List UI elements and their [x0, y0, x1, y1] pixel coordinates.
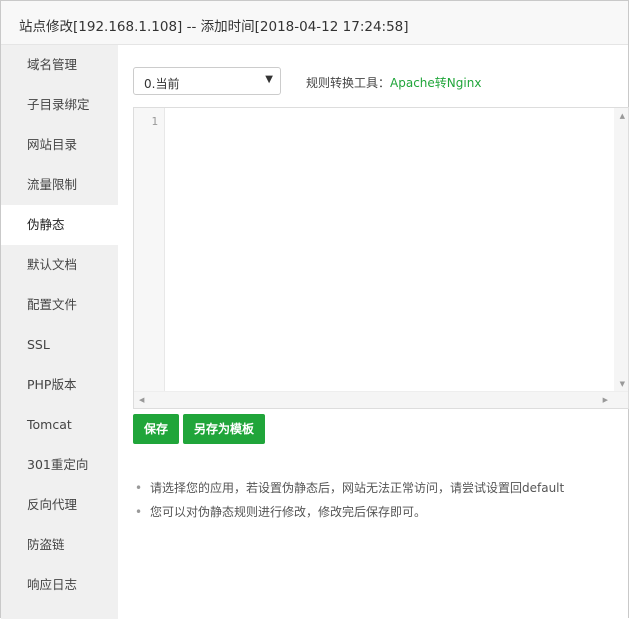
sidebar-item-301-redirect[interactable]: 301重定向 [1, 445, 118, 485]
sidebar-item-default-document[interactable]: 默认文档 [1, 245, 118, 285]
help-notes: 请选择您的应用，若设置伪静态后，网站无法正常访问，请尝试设置回default 您… [133, 476, 613, 524]
scroll-up-arrow-icon[interactable]: ▲ [620, 112, 625, 120]
line-number: 1 [151, 115, 158, 128]
rule-converter-label: 规则转换工具： [306, 76, 391, 90]
sidebar-item-hotlink-protection[interactable]: 防盗链 [1, 525, 118, 565]
scroll-right-arrow-icon[interactable]: ▶ [603, 396, 608, 404]
dialog-title: 站点修改[192.168.1.108] -- 添加时间[2018-04-12 1… [19, 19, 409, 35]
sidebar-item-response-log[interactable]: 响应日志 [1, 565, 118, 605]
sidebar-item-rewrite[interactable]: 伪静态 [1, 205, 118, 245]
sidebar-item-subdir-binding[interactable]: 子目录绑定 [1, 85, 118, 125]
scroll-left-arrow-icon[interactable]: ◀ [139, 396, 144, 404]
help-note: 请选择您的应用，若设置伪静态后，网站无法正常访问，请尝试设置回default [133, 476, 613, 500]
sidebar-item-ssl[interactable]: SSL [1, 325, 118, 365]
rewrite-template-value: 0.当前 [144, 77, 180, 91]
editor-gutter: 1 [134, 108, 165, 392]
sidebar-item-config-file[interactable]: 配置文件 [1, 285, 118, 325]
apache-to-nginx-link[interactable]: Apache转Nginx [390, 76, 481, 90]
rewrite-panel: 0.当前 ▼ 规则转换工具：Apache转Nginx 1 ▲ ▼ ◀ ▶ 保存 … [118, 45, 629, 619]
rewrite-code-editor[interactable]: 1 ▲ ▼ ◀ ▶ [133, 107, 629, 409]
sidebar-item-traffic-limit[interactable]: 流量限制 [1, 165, 118, 205]
site-edit-dialog: 站点修改[192.168.1.108] -- 添加时间[2018-04-12 1… [0, 0, 629, 619]
sidebar-item-domain[interactable]: 域名管理 [1, 45, 118, 85]
dialog-title-bar[interactable]: 站点修改[192.168.1.108] -- 添加时间[2018-04-12 1… [1, 1, 628, 45]
save-button[interactable]: 保存 [133, 414, 179, 444]
sidebar-item-php-version[interactable]: PHP版本 [1, 365, 118, 405]
caret-down-icon: ▼ [265, 74, 273, 85]
sidebar-item-reverse-proxy[interactable]: 反向代理 [1, 485, 118, 525]
editor-horizontal-scrollbar[interactable]: ◀ ▶ [134, 391, 628, 408]
editor-vertical-scrollbar[interactable]: ▲ ▼ [614, 108, 628, 392]
help-note: 您可以对伪静态规则进行修改，修改完后保存即可。 [133, 500, 613, 524]
sidebar-item-site-directory[interactable]: 网站目录 [1, 125, 118, 165]
rule-converter: 规则转换工具：Apache转Nginx [306, 74, 481, 91]
rewrite-template-select[interactable]: 0.当前 ▼ [133, 67, 281, 95]
scroll-down-arrow-icon[interactable]: ▼ [620, 380, 625, 388]
sidebar: 域名管理 子目录绑定 网站目录 流量限制 伪静态 默认文档 配置文件 SSL P… [1, 45, 118, 619]
save-as-template-button[interactable]: 另存为模板 [183, 414, 265, 444]
sidebar-item-tomcat[interactable]: Tomcat [1, 405, 118, 445]
